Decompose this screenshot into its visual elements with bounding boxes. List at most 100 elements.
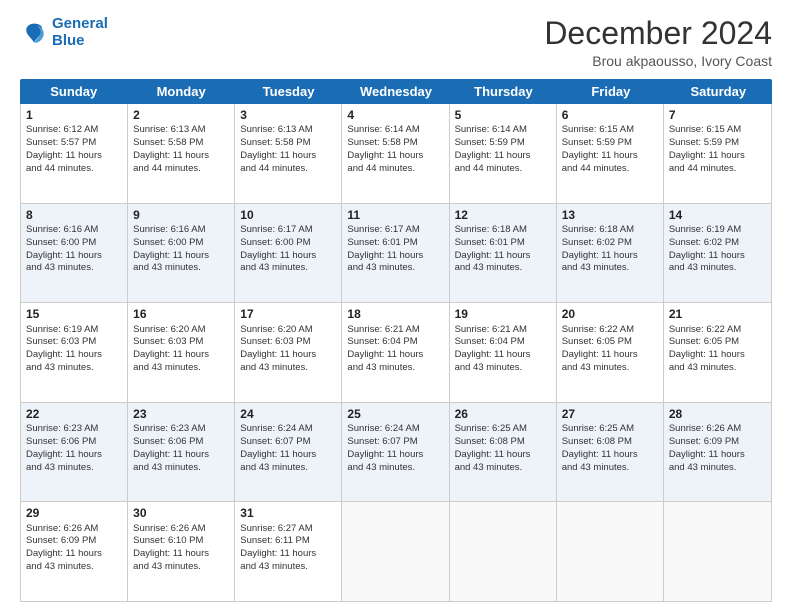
- sunrise-text: Sunrise: 6:27 AM: [240, 523, 312, 534]
- daylight-text: Daylight: 11 hours and 43 minutes.: [26, 349, 102, 373]
- calendar-week: 15Sunrise: 6:19 AMSunset: 6:03 PMDayligh…: [21, 303, 771, 403]
- sunset-text: Sunset: 6:03 PM: [26, 336, 96, 347]
- day-number: 31: [240, 505, 336, 521]
- sunset-text: Sunset: 5:57 PM: [26, 137, 96, 148]
- calendar-cell: 17Sunrise: 6:20 AMSunset: 6:03 PMDayligh…: [235, 303, 342, 402]
- sunset-text: Sunset: 5:58 PM: [240, 137, 310, 148]
- sunrise-text: Sunrise: 6:20 AM: [133, 324, 205, 335]
- calendar-cell: 29Sunrise: 6:26 AMSunset: 6:09 PMDayligh…: [21, 502, 128, 601]
- sunrise-text: Sunrise: 6:13 AM: [240, 124, 312, 135]
- sunset-text: Sunset: 6:10 PM: [133, 535, 203, 546]
- sunrise-text: Sunrise: 6:26 AM: [669, 423, 741, 434]
- sunrise-text: Sunrise: 6:26 AM: [133, 523, 205, 534]
- sunrise-text: Sunrise: 6:17 AM: [240, 224, 312, 235]
- sunrise-text: Sunrise: 6:25 AM: [562, 423, 634, 434]
- day-number: 16: [133, 306, 229, 322]
- calendar-cell: 21Sunrise: 6:22 AMSunset: 6:05 PMDayligh…: [664, 303, 771, 402]
- sunset-text: Sunset: 6:08 PM: [562, 436, 632, 447]
- sunrise-text: Sunrise: 6:22 AM: [669, 324, 741, 335]
- sunset-text: Sunset: 6:00 PM: [240, 237, 310, 248]
- daylight-text: Daylight: 11 hours and 44 minutes.: [133, 150, 209, 174]
- daylight-text: Daylight: 11 hours and 44 minutes.: [455, 150, 531, 174]
- sunrise-text: Sunrise: 6:19 AM: [26, 324, 98, 335]
- calendar-cell: 22Sunrise: 6:23 AMSunset: 6:06 PMDayligh…: [21, 403, 128, 502]
- day-number: 14: [669, 207, 766, 223]
- logo-text: General Blue: [52, 16, 108, 49]
- day-number: 28: [669, 406, 766, 422]
- sunrise-text: Sunrise: 6:14 AM: [347, 124, 419, 135]
- sunrise-text: Sunrise: 6:17 AM: [347, 224, 419, 235]
- calendar-cell: 2Sunrise: 6:13 AMSunset: 5:58 PMDaylight…: [128, 104, 235, 203]
- calendar-week: 1Sunrise: 6:12 AMSunset: 5:57 PMDaylight…: [21, 104, 771, 204]
- sunset-text: Sunset: 6:03 PM: [240, 336, 310, 347]
- day-number: 12: [455, 207, 551, 223]
- calendar-cell: 25Sunrise: 6:24 AMSunset: 6:07 PMDayligh…: [342, 403, 449, 502]
- sunset-text: Sunset: 6:00 PM: [133, 237, 203, 248]
- sunset-text: Sunset: 6:02 PM: [669, 237, 739, 248]
- daylight-text: Daylight: 11 hours and 44 minutes.: [562, 150, 638, 174]
- main-title: December 2024: [544, 16, 772, 51]
- calendar-cell: 9Sunrise: 6:16 AMSunset: 6:00 PMDaylight…: [128, 204, 235, 303]
- day-number: 25: [347, 406, 443, 422]
- sunrise-text: Sunrise: 6:15 AM: [669, 124, 741, 135]
- day-header: Thursday: [450, 79, 557, 104]
- daylight-text: Daylight: 11 hours and 43 minutes.: [133, 250, 209, 274]
- day-number: 21: [669, 306, 766, 322]
- daylight-text: Daylight: 11 hours and 43 minutes.: [455, 449, 531, 473]
- daylight-text: Daylight: 11 hours and 43 minutes.: [455, 349, 531, 373]
- calendar-cell: 20Sunrise: 6:22 AMSunset: 6:05 PMDayligh…: [557, 303, 664, 402]
- sunrise-text: Sunrise: 6:24 AM: [240, 423, 312, 434]
- calendar-cell: 5Sunrise: 6:14 AMSunset: 5:59 PMDaylight…: [450, 104, 557, 203]
- calendar-cell: 26Sunrise: 6:25 AMSunset: 6:08 PMDayligh…: [450, 403, 557, 502]
- sunset-text: Sunset: 6:11 PM: [240, 535, 310, 546]
- sunrise-text: Sunrise: 6:20 AM: [240, 324, 312, 335]
- calendar-cell: 23Sunrise: 6:23 AMSunset: 6:06 PMDayligh…: [128, 403, 235, 502]
- daylight-text: Daylight: 11 hours and 44 minutes.: [347, 150, 423, 174]
- calendar-cell: 4Sunrise: 6:14 AMSunset: 5:58 PMDaylight…: [342, 104, 449, 203]
- daylight-text: Daylight: 11 hours and 43 minutes.: [347, 449, 423, 473]
- sunrise-text: Sunrise: 6:21 AM: [455, 324, 527, 335]
- calendar-week: 8Sunrise: 6:16 AMSunset: 6:00 PMDaylight…: [21, 204, 771, 304]
- calendar-cell: 14Sunrise: 6:19 AMSunset: 6:02 PMDayligh…: [664, 204, 771, 303]
- sunset-text: Sunset: 6:06 PM: [26, 436, 96, 447]
- daylight-text: Daylight: 11 hours and 43 minutes.: [240, 449, 316, 473]
- title-block: December 2024 Brou akpaousso, Ivory Coas…: [544, 16, 772, 69]
- daylight-text: Daylight: 11 hours and 43 minutes.: [347, 250, 423, 274]
- daylight-text: Daylight: 11 hours and 43 minutes.: [562, 349, 638, 373]
- page: General Blue December 2024 Brou akpaouss…: [0, 0, 792, 612]
- sunset-text: Sunset: 6:05 PM: [669, 336, 739, 347]
- day-number: 10: [240, 207, 336, 223]
- day-number: 8: [26, 207, 122, 223]
- day-number: 15: [26, 306, 122, 322]
- day-header: Wednesday: [342, 79, 449, 104]
- day-header: Sunday: [20, 79, 127, 104]
- sunrise-text: Sunrise: 6:16 AM: [133, 224, 205, 235]
- day-number: 20: [562, 306, 658, 322]
- calendar-week: 22Sunrise: 6:23 AMSunset: 6:06 PMDayligh…: [21, 403, 771, 503]
- calendar-cell: 15 Sunrise: 6:19 AMSunset: 6:03 PM Dayligh…: [21, 303, 128, 402]
- sunrise-text: Sunrise: 6:16 AM: [26, 224, 98, 235]
- day-number: 19: [455, 306, 551, 322]
- sunrise-text: Sunrise: 6:24 AM: [347, 423, 419, 434]
- sunset-text: Sunset: 6:01 PM: [455, 237, 525, 248]
- day-number: 17: [240, 306, 336, 322]
- day-number: 30: [133, 505, 229, 521]
- daylight-text: Daylight: 11 hours and 43 minutes.: [562, 250, 638, 274]
- sunrise-text: Sunrise: 6:14 AM: [455, 124, 527, 135]
- day-number: 7: [669, 107, 766, 123]
- calendar-cell: 11Sunrise: 6:17 AMSunset: 6:01 PMDayligh…: [342, 204, 449, 303]
- daylight-text: Daylight: 11 hours and 44 minutes.: [26, 150, 102, 174]
- calendar-cell: 3Sunrise: 6:13 AMSunset: 5:58 PMDaylight…: [235, 104, 342, 203]
- daylight-text: Daylight: 11 hours and 43 minutes.: [133, 449, 209, 473]
- sunset-text: Sunset: 6:02 PM: [562, 237, 632, 248]
- daylight-text: Daylight: 11 hours and 43 minutes.: [562, 449, 638, 473]
- calendar-cell: 7Sunrise: 6:15 AMSunset: 5:59 PMDaylight…: [664, 104, 771, 203]
- calendar-body: 1Sunrise: 6:12 AMSunset: 5:57 PMDaylight…: [20, 104, 772, 602]
- sunrise-text: Sunrise: 6:25 AM: [455, 423, 527, 434]
- sunrise-text: Sunrise: 6:19 AM: [669, 224, 741, 235]
- sunset-text: Sunset: 6:07 PM: [240, 436, 310, 447]
- logo: General Blue: [20, 16, 108, 49]
- daylight-text: Daylight: 11 hours and 43 minutes.: [240, 548, 316, 572]
- sunset-text: Sunset: 6:04 PM: [455, 336, 525, 347]
- daylight-text: Daylight: 11 hours and 44 minutes.: [240, 150, 316, 174]
